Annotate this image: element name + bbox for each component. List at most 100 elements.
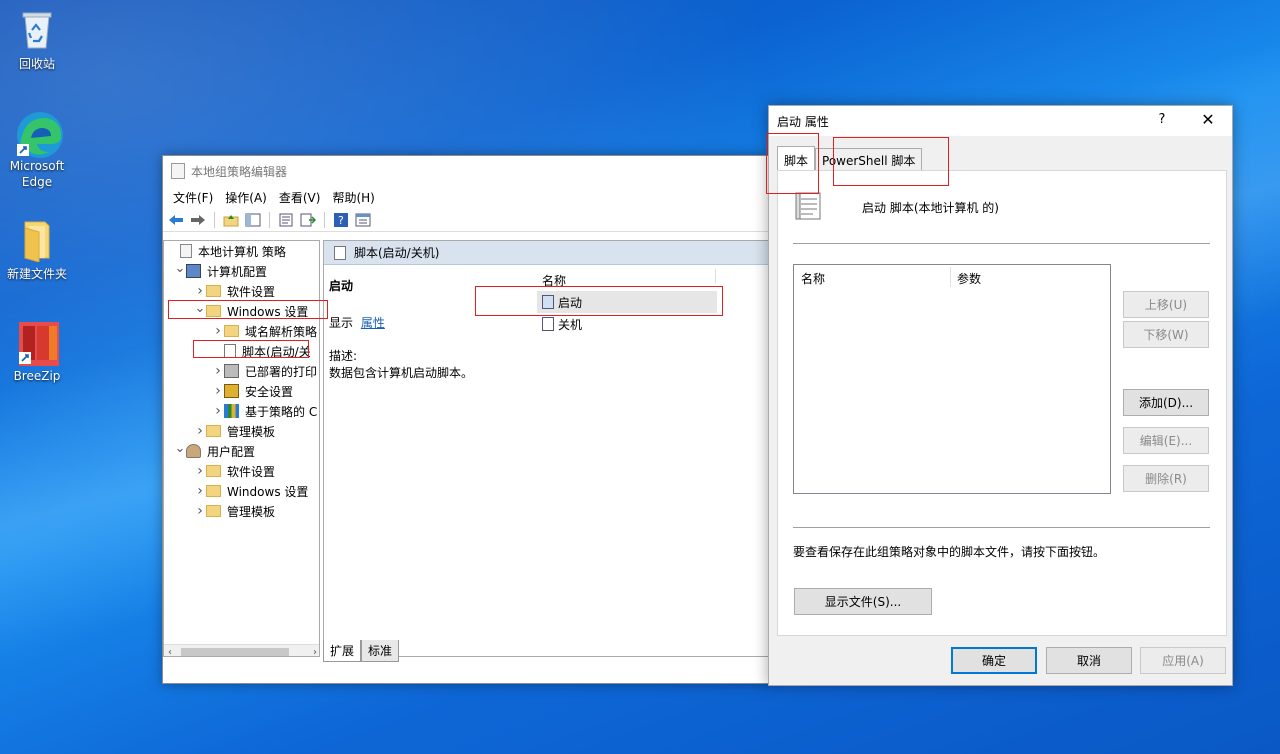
gp-editor-titlebar[interactable]: 本地组策略编辑器 (163, 156, 771, 186)
tree-horizontal-scrollbar[interactable]: ‹ › (164, 644, 319, 656)
toolbar-separator (214, 211, 215, 228)
detail-header: 脚本(启动/关机) (324, 241, 773, 265)
column-name-header[interactable]: 名称 (801, 270, 825, 287)
properties-icon[interactable] (277, 212, 295, 228)
help-icon[interactable]: ? (332, 212, 350, 228)
apply-button[interactable]: 应用(A) (1140, 647, 1226, 674)
properties-link[interactable]: 属性 (361, 316, 385, 330)
add-button[interactable]: 添加(D)... (1123, 389, 1209, 416)
chevron-right-icon[interactable]: › (212, 363, 224, 379)
desc-label: 描述: (329, 349, 358, 363)
tree-node[interactable]: › 基于策略的 C (164, 401, 319, 421)
close-button[interactable]: ✕ (1198, 110, 1218, 129)
tree-node[interactable]: › 软件设置 (164, 461, 319, 481)
tree-node-label: 软件设置 (227, 464, 276, 479)
highlight-windows-settings (168, 300, 328, 319)
highlight-startup-item (475, 286, 723, 316)
dialog-heading: 启动 脚本(本地计算机 的) (862, 201, 999, 215)
chevron-right-icon[interactable]: › (194, 483, 206, 499)
folder-icon (206, 485, 221, 497)
gp-editor-title: 本地组策略编辑器 (191, 164, 288, 179)
desktop-icon-new-folder[interactable]: 新建文件夹 (2, 218, 72, 282)
show-hide-tree-icon[interactable] (244, 212, 262, 228)
move-up-button[interactable]: 上移(U) (1123, 291, 1209, 318)
menu-view[interactable]: 查看(V) (273, 189, 327, 206)
chevron-down-icon[interactable]: ⌄ (174, 441, 186, 456)
forward-arrow-icon[interactable] (189, 212, 207, 228)
view-icon[interactable] (354, 212, 372, 228)
up-folder-icon[interactable] (222, 212, 240, 228)
tree-node-label: 已部署的打印 (245, 364, 318, 379)
column-params-header[interactable]: 参数 (957, 270, 981, 287)
column-divider (950, 267, 951, 287)
chevron-right-icon[interactable]: › (194, 283, 206, 299)
scroll-right-icon[interactable]: › (313, 647, 317, 656)
security-icon (224, 384, 239, 398)
list-item-shutdown[interactable]: 关机 (537, 314, 717, 334)
tree-node-label: Windows 设置 (227, 484, 309, 499)
startup-properties-dialog: 启动 属性 ? ✕ 脚本 PowerShell 脚本 启动 脚本(本地计算机 的… (768, 105, 1233, 686)
tree-node-label: 本地计算机 策略 (198, 244, 286, 259)
menu-help[interactable]: 帮助(H) (326, 189, 380, 206)
gp-toolbar: ? (163, 208, 771, 232)
desktop-icon-breezip[interactable]: BreeZip (2, 320, 72, 384)
back-arrow-icon[interactable] (167, 212, 185, 228)
ok-button[interactable]: 确定 (951, 647, 1037, 674)
tree-node[interactable]: › Windows 设置 (164, 481, 319, 501)
help-button[interactable]: ? (1152, 112, 1172, 127)
tree-node[interactable]: › 软件设置 (164, 281, 319, 301)
view-tabs: 扩展 标准 (323, 640, 400, 662)
move-down-button[interactable]: 下移(W) (1123, 321, 1209, 348)
scripts-tab-panel: 启动 脚本(本地计算机 的) 名称 参数 上移(U) 下移(W) 添加(D)..… (777, 170, 1227, 636)
desktop-icon-label: Microsoft Edge (9, 159, 65, 189)
tree-node-label: 软件设置 (227, 284, 276, 299)
chevron-right-icon[interactable]: › (212, 323, 224, 339)
chevron-right-icon[interactable]: › (212, 383, 224, 399)
desktop-icon-label: 回收站 (18, 57, 55, 71)
chevron-right-icon[interactable]: › (194, 423, 206, 439)
desktop-icon-recycle-bin[interactable]: 回收站 (2, 8, 72, 72)
folder-icon (206, 285, 221, 297)
printer-icon (224, 364, 239, 378)
tree-node[interactable]: ⌄ 用户配置 (164, 441, 319, 461)
cancel-button[interactable]: 取消 (1046, 647, 1132, 674)
tree-node[interactable]: › 管理模板 (164, 421, 319, 441)
tree-node-label: 管理模板 (227, 504, 276, 519)
highlight-scripts-tab (766, 133, 819, 194)
computer-icon (186, 264, 201, 278)
chart-icon (224, 404, 239, 418)
gp-editor-window: 本地组策略编辑器 文件(F) 操作(A) 查看(V) 帮助(H) ? 本地计算机… (162, 155, 773, 684)
chevron-right-icon[interactable]: › (194, 463, 206, 479)
export-list-icon[interactable] (299, 212, 317, 228)
policy-editor-icon (171, 163, 185, 179)
show-label: 显示 (329, 316, 354, 330)
tree-node[interactable]: › 管理模板 (164, 501, 319, 521)
tree-node-label: 管理模板 (227, 424, 276, 439)
desktop-icon-edge[interactable]: Microsoft Edge (2, 110, 72, 190)
menu-file[interactable]: 文件(F) (167, 189, 219, 206)
tree-node[interactable]: › 安全设置 (164, 381, 319, 401)
tree-node[interactable]: › 域名解析策略 (164, 321, 319, 341)
edit-button[interactable]: 编辑(E)... (1123, 427, 1209, 454)
recycle-bin-icon (15, 8, 59, 52)
tree-node[interactable]: ⌄ 计算机配置 (164, 261, 319, 281)
divider (793, 243, 1210, 244)
chevron-right-icon[interactable]: › (212, 403, 224, 419)
menu-action[interactable]: 操作(A) (219, 189, 273, 206)
scroll-left-icon[interactable]: ‹ (168, 647, 172, 656)
detail-header-title: 脚本(启动/关机) (354, 246, 440, 260)
column-divider (715, 269, 716, 283)
chevron-right-icon[interactable]: › (194, 503, 206, 519)
scripts-list[interactable]: 名称 参数 (793, 264, 1111, 494)
remove-button[interactable]: 删除(R) (1123, 465, 1209, 492)
show-files-button[interactable]: 显示文件(S)... (794, 588, 932, 615)
tab-standard[interactable]: 标准 (361, 640, 400, 662)
gp-menubar: 文件(F) 操作(A) 查看(V) 帮助(H) (163, 186, 771, 208)
tree-node[interactable]: › 已部署的打印 (164, 361, 319, 381)
tab-extended[interactable]: 扩展 (323, 640, 362, 662)
chevron-down-icon[interactable]: ⌄ (174, 261, 186, 276)
scrollbar-thumb[interactable] (181, 648, 289, 656)
folder-icon (15, 218, 59, 263)
tree-node[interactable]: 本地计算机 策略 (164, 241, 319, 261)
dialog-titlebar[interactable]: 启动 属性 ? ✕ (769, 106, 1232, 136)
